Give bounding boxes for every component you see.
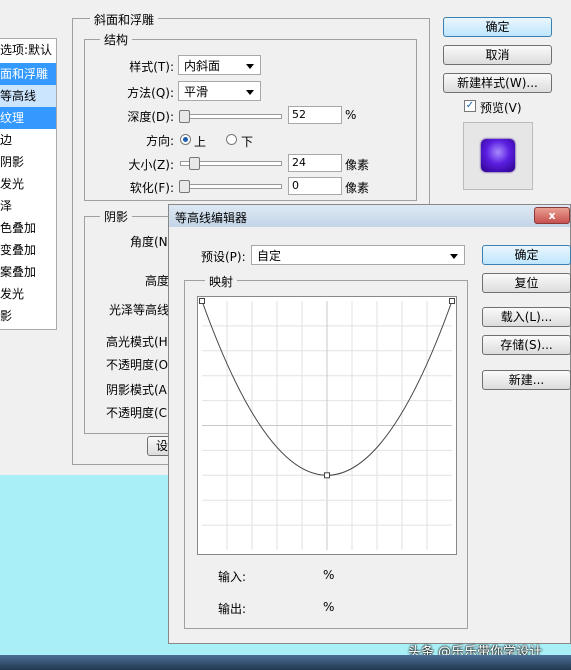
contour-graph[interactable] (197, 296, 457, 555)
contour-ok-button[interactable]: 确定 (482, 245, 571, 265)
contour-graph-svg[interactable] (198, 297, 456, 554)
contour-point[interactable] (449, 298, 455, 304)
contour-editor-dialog: 等高线编辑器 x 预设(P): 自定 映射 输入: % 输出: % 确定 复位 … (168, 204, 571, 644)
preview-thumbnail (463, 122, 533, 190)
ok-button[interactable]: 确定 (443, 17, 552, 37)
shadow-mode-label: 阴影模式(A (106, 383, 167, 397)
method-select[interactable]: 平滑 (178, 81, 261, 101)
contour-point[interactable] (199, 298, 205, 304)
style-list-item-inner-glow[interactable]: 发光 (0, 173, 56, 195)
highlight-mode-label: 高光模式(H (106, 335, 168, 349)
size-label: 大小(Z): (128, 158, 174, 172)
depth-label: 深度(D): (127, 110, 174, 124)
input-unit: % (323, 568, 335, 582)
preview-label: 预览(V) (480, 101, 522, 115)
taskbar (0, 655, 571, 670)
style-list-item-drop-shadow[interactable]: 影 (0, 305, 56, 327)
contour-reset-button[interactable]: 复位 (482, 273, 571, 293)
soften-unit: 像素 (345, 181, 370, 195)
soften-input[interactable]: 0 (288, 177, 342, 195)
direction-label: 方向: (145, 134, 174, 148)
soften-slider-thumb[interactable] (179, 180, 190, 193)
preset-select-value: 自定 (257, 249, 282, 263)
direction-up-label: 上 (194, 135, 207, 149)
highlight-opacity-label: 不透明度(O (106, 358, 169, 372)
depth-unit: % (345, 108, 357, 122)
style-label: 样式(T): (129, 60, 174, 74)
contour-point[interactable] (324, 472, 330, 479)
gloss-contour-label: 光泽等高线 (109, 303, 170, 317)
style-list: 选项:默认 面和浮雕 等高线 纹理 边 阴影 发光 泽 色叠加 变叠加 案叠加 … (0, 38, 57, 330)
radio-dot-icon (183, 137, 188, 142)
style-list-item-blend-options[interactable]: 选项:默认 (0, 39, 56, 61)
contour-editor-titlebar[interactable]: 等高线编辑器 x (169, 205, 570, 227)
direction-up-radio[interactable] (180, 134, 191, 145)
shadow-title: 阴影 (100, 208, 133, 225)
chevron-down-icon (246, 64, 254, 69)
size-input[interactable]: 24 (288, 154, 342, 172)
size-slider-thumb[interactable] (189, 157, 200, 170)
style-list-item-inner-shadow[interactable]: 阴影 (0, 151, 56, 173)
bevel-group-title: 斜面和浮雕 (90, 11, 159, 28)
depth-slider-thumb[interactable] (179, 110, 190, 123)
size-unit: 像素 (345, 158, 370, 172)
style-select[interactable]: 内斜面 (178, 55, 261, 75)
style-list-item-contour[interactable]: 等高线 (0, 85, 56, 107)
output-unit: % (323, 600, 335, 614)
soften-slider-track[interactable] (180, 184, 282, 189)
new-style-button[interactable]: 新建样式(W)... (443, 73, 552, 93)
check-icon: ✓ (465, 100, 475, 111)
style-list-item-outer-glow[interactable]: 发光 (0, 283, 56, 305)
preview-checkbox[interactable]: ✓ (464, 100, 476, 112)
structure-title: 结构 (100, 31, 133, 48)
style-list-item-pattern-overlay[interactable]: 案叠加 (0, 261, 56, 283)
style-list-item-color-overlay[interactable]: 色叠加 (0, 217, 56, 239)
contour-load-button[interactable]: 载入(L)... (482, 307, 571, 327)
chevron-down-icon (246, 90, 254, 95)
soften-label: 软化(F): (129, 181, 174, 195)
method-select-value: 平滑 (184, 85, 209, 99)
cancel-button[interactable]: 取消 (443, 45, 552, 65)
contour-new-button[interactable]: 新建... (482, 370, 571, 390)
contour-editor-title: 等高线编辑器 (175, 211, 248, 225)
contour-save-button[interactable]: 存储(S)... (482, 335, 571, 355)
chevron-down-icon (450, 254, 458, 259)
close-icon: x (548, 209, 556, 222)
depth-slider-track[interactable] (180, 114, 282, 119)
preset-select[interactable]: 自定 (251, 245, 465, 265)
method-label: 方法(Q): (127, 86, 174, 100)
style-list-item-stroke[interactable]: 边 (0, 129, 56, 151)
contour-gridlines (202, 301, 452, 550)
style-list-item-gradient-overlay[interactable]: 变叠加 (0, 239, 56, 261)
depth-input[interactable]: 52 (288, 106, 342, 124)
preset-label: 预设(P): (201, 250, 246, 264)
direction-down-radio[interactable] (226, 134, 237, 145)
output-label: 输出: (218, 602, 247, 616)
close-button[interactable]: x (534, 207, 570, 224)
mapping-title: 映射 (205, 273, 238, 290)
angle-label: 角度(N (130, 235, 168, 249)
style-list-item-bevel[interactable]: 面和浮雕 (0, 63, 56, 85)
shadow-opacity-label: 不透明度(C (106, 406, 168, 420)
altitude-label: 高度 (145, 274, 170, 288)
input-label: 输入: (218, 570, 247, 584)
style-select-value: 内斜面 (184, 59, 221, 73)
style-list-item-satin[interactable]: 泽 (0, 195, 56, 217)
style-list-item-texture[interactable]: 纹理 (0, 107, 56, 129)
direction-down-label: 下 (241, 135, 254, 149)
preview-swatch (481, 139, 515, 172)
